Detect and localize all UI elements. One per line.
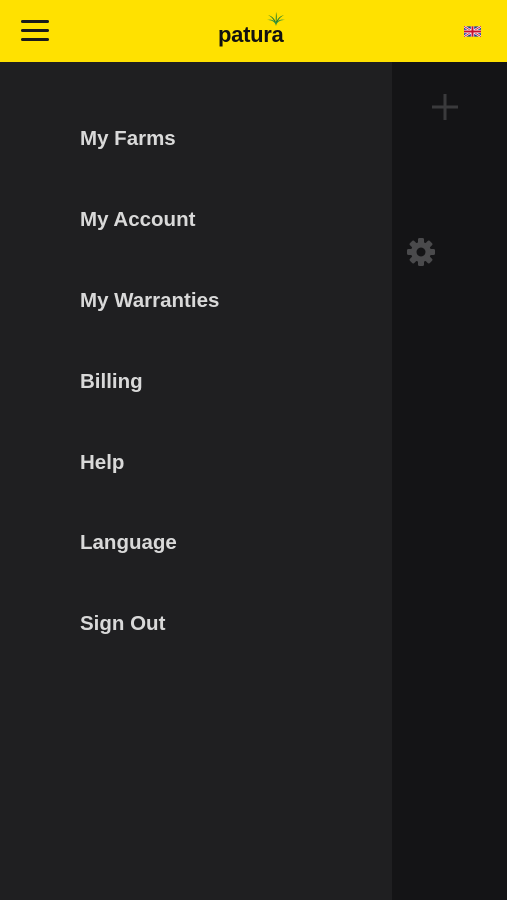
- gear-icon: [407, 238, 435, 266]
- menu-item-sign-out[interactable]: Sign Out: [80, 604, 165, 644]
- side-drawer: My Farms My Account My Warranties Billin…: [0, 62, 392, 900]
- menu-item-language[interactable]: Language: [80, 523, 177, 563]
- menu-item-my-farms[interactable]: My Farms: [80, 119, 176, 159]
- background-screen: [392, 62, 507, 900]
- top-bar: patura: [0, 0, 507, 62]
- hamburger-menu-icon[interactable]: [18, 17, 52, 45]
- menu-item-help[interactable]: Help: [80, 443, 124, 483]
- menu-item-billing[interactable]: Billing: [80, 362, 143, 402]
- uk-flag-icon[interactable]: [464, 26, 481, 37]
- menu-item-my-warranties[interactable]: My Warranties: [80, 281, 219, 321]
- menu-item-my-account[interactable]: My Account: [80, 200, 195, 240]
- plus-icon: [432, 94, 458, 120]
- patura-logo: patura: [218, 12, 300, 50]
- logo-text: patura: [218, 22, 284, 47]
- app-screen: patura My Farms My Account My Warranties…: [0, 0, 507, 900]
